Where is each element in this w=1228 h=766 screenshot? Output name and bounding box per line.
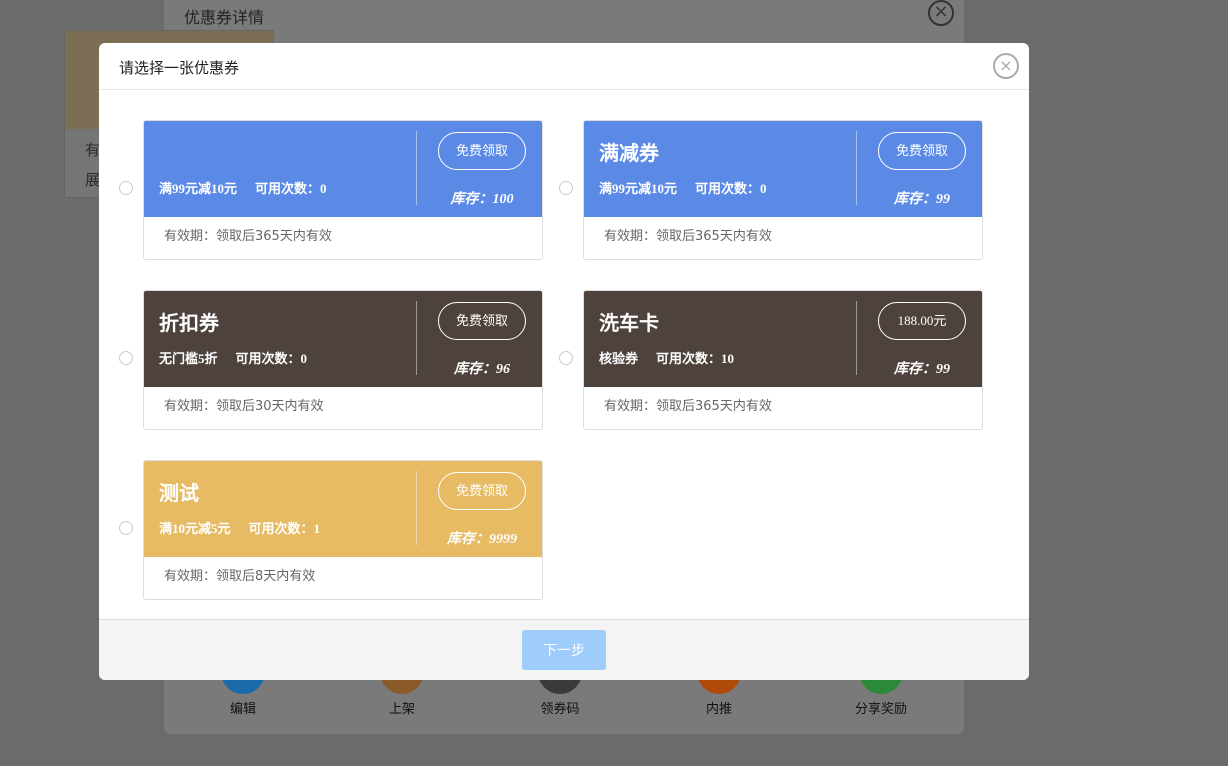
coupon-validity: 有效期：领取后365天内有效 (164, 229, 332, 244)
coupon-condition-text: 满10元减5元 (159, 521, 231, 536)
modal-footer: 下一步 (99, 619, 1029, 680)
coupon-condition: 满99元减10元 可用次数：0 (159, 178, 327, 197)
coupon-card-top: 满减券 满99元减10元 可用次数：0 免费领取 库存：99 (584, 121, 982, 217)
coupon-condition: 无门槛5折 可用次数：0 (159, 348, 307, 367)
coupon-validity: 有效期：领取后8天内有效 (164, 569, 316, 584)
coupon-name: 洗车卡 (599, 311, 659, 335)
coupon-divider (856, 131, 857, 205)
coupon-list: 满99元减10元 可用次数：0 免费领取 库存：100 有效期：领取后365天内有… (99, 90, 1029, 619)
coupon-stock: 库存：100 (450, 192, 514, 207)
background-tool-label: 领券码 (540, 702, 580, 717)
coupon-condition-text: 满99元减10元 (159, 181, 238, 196)
coupon-condition-text: 核验券 (599, 351, 639, 366)
background-tool-publish: 上架 (352, 670, 452, 717)
background-tool-coupon-code: 领券码 (510, 670, 610, 717)
next-step-button[interactable]: 下一步 (522, 630, 606, 670)
coupon-divider (416, 471, 417, 545)
coupon-card[interactable]: 测试 满10元减5元 可用次数：1 免费领取 库存：9999 有效期：领取后8天内… (143, 460, 543, 600)
background-tool-label: 上架 (388, 702, 415, 717)
coupon-condition: 核验券 可用次数：10 (599, 348, 734, 367)
coupon-divider (856, 301, 857, 375)
background-tool-edit: 编辑 (193, 670, 293, 717)
background-tool-label: 分享奖励 (854, 702, 907, 717)
coupon-stock: 库存：99 (894, 362, 950, 377)
coupon-uses: 可用次数：1 (248, 521, 321, 536)
claim-button[interactable]: 免费领取 (878, 132, 966, 170)
coupon-item: 洗车卡 核验券 可用次数：10 188.00元 库存：99 有效期：领取后365天… (539, 290, 983, 430)
background-tool-label: 内推 (705, 702, 732, 717)
close-icon[interactable]: × (993, 53, 1019, 79)
coupon-validity: 有效期：领取后365天内有效 (604, 399, 772, 414)
coupon-card-top: 测试 满10元减5元 可用次数：1 免费领取 库存：9999 (144, 461, 542, 557)
coupon-card[interactable]: 满99元减10元 可用次数：0 免费领取 库存：100 有效期：领取后365天内有… (143, 120, 543, 260)
coupon-condition-text: 无门槛5折 (159, 351, 218, 366)
coupon-card-top: 满99元减10元 可用次数：0 免费领取 库存：100 (144, 121, 542, 217)
coupon-condition-text: 满99元减10元 (599, 181, 678, 196)
coupon-radio[interactable] (119, 351, 133, 365)
background-tool-referral: 内推 (669, 670, 769, 717)
coupon-stock: 库存：96 (454, 362, 510, 377)
modal-header: 请选择一张优惠券 × (99, 43, 1029, 90)
coupon-stock: 库存：99 (894, 192, 950, 207)
background-tool-label: 编辑 (229, 702, 256, 717)
coupon-card[interactable]: 折扣券 无门槛5折 可用次数：0 免费领取 库存：96 有效期：领取后30天内有效 (143, 290, 543, 430)
background-close-icon: × (928, 0, 954, 26)
coupon-validity: 有效期：领取后365天内有效 (604, 229, 772, 244)
coupon-radio[interactable] (119, 521, 133, 535)
modal-title: 请选择一张优惠券 (119, 59, 240, 77)
coupon-item: 折扣券 无门槛5折 可用次数：0 免费领取 库存：96 有效期：领取后30天内有效 (99, 290, 543, 430)
coupon-radio[interactable] (559, 351, 573, 365)
background-card-line-1: 有 (85, 141, 101, 159)
claim-button[interactable]: 免费领取 (438, 302, 526, 340)
claim-button[interactable]: 免费领取 (438, 132, 526, 170)
coupon-name: 测试 (159, 481, 199, 505)
coupon-card[interactable]: 满减券 满99元减10元 可用次数：0 免费领取 库存：99 有效期：领取后365… (583, 120, 983, 260)
coupon-radio[interactable] (559, 181, 573, 195)
coupon-stock: 库存：9999 (447, 532, 517, 547)
coupon-validity: 有效期：领取后30天内有效 (164, 399, 324, 414)
claim-button[interactable]: 免费领取 (438, 472, 526, 510)
coupon-name: 折扣券 (159, 311, 219, 335)
background-card-line-2: 展 (85, 171, 101, 189)
background-toolbar: 编辑 上架 领券码 内推 分享奖励 (164, 670, 964, 734)
coupon-name: 满减券 (599, 141, 659, 165)
coupon-condition: 满99元减10元 可用次数：0 (599, 178, 767, 197)
coupon-uses: 可用次数：0 (235, 351, 308, 366)
coupon-uses: 可用次数：0 (255, 181, 327, 196)
coupon-divider (416, 131, 417, 205)
coupon-uses: 可用次数：0 (695, 181, 767, 196)
select-coupon-modal: 请选择一张优惠券 × 满99元减10元 可用次数：0 免费领取 库存：100 有效… (99, 43, 1029, 680)
coupon-item: 测试 满10元减5元 可用次数：1 免费领取 库存：9999 有效期：领取后8天内… (99, 460, 543, 600)
coupon-divider (416, 301, 417, 375)
coupon-uses: 可用次数：10 (656, 351, 735, 366)
background-title: 优惠券详情 (184, 8, 265, 27)
background-tool-share-reward: 分享奖励 (831, 670, 931, 717)
coupon-condition: 满10元减5元 可用次数：1 (159, 518, 320, 537)
coupon-card-top: 折扣券 无门槛5折 可用次数：0 免费领取 库存：96 (144, 291, 542, 387)
price-button[interactable]: 188.00元 (878, 302, 966, 340)
coupon-item: 满减券 满99元减10元 可用次数：0 免费领取 库存：99 有效期：领取后365… (539, 120, 983, 260)
coupon-card-top: 洗车卡 核验券 可用次数：10 188.00元 库存：99 (584, 291, 982, 387)
coupon-item: 满99元减10元 可用次数：0 免费领取 库存：100 有效期：领取后365天内有… (99, 120, 543, 260)
coupon-card[interactable]: 洗车卡 核验券 可用次数：10 188.00元 库存：99 有效期：领取后365天… (583, 290, 983, 430)
coupon-radio[interactable] (119, 181, 133, 195)
